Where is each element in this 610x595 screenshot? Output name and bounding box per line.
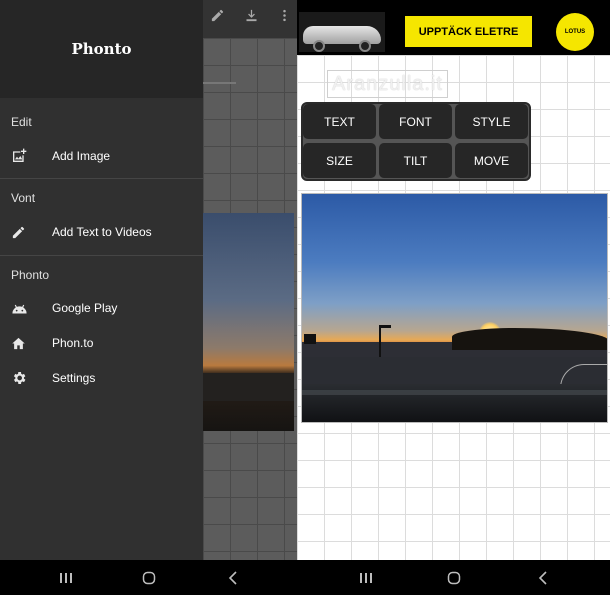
canvas-divider (203, 82, 236, 84)
ad-cta-button[interactable]: UPPTÄCK ELETRE (405, 16, 532, 47)
drawer-header: Phonto (0, 0, 203, 98)
system-nav-bar (297, 560, 610, 595)
more-vert-icon[interactable] (277, 8, 292, 29)
lotus-logo: LOTUS (556, 13, 594, 51)
drawer-item-label: Phon.to (52, 336, 94, 350)
tool-size-button[interactable]: SIZE (303, 143, 376, 178)
drawer-item-label: Google Play (52, 301, 118, 315)
tool-tilt-button[interactable]: TILT (379, 143, 452, 178)
home-icon[interactable] (443, 560, 465, 595)
android-icon (0, 302, 52, 315)
section-label-vont: Vont (11, 191, 36, 205)
sunset-photo[interactable] (301, 193, 608, 423)
ad-banner[interactable]: UPPTÄCK ELETRE LOTUS (297, 9, 610, 55)
tool-font-button[interactable]: FONT (379, 104, 452, 139)
text-tools-menu: TEXT FONT STYLE SIZE TILT MOVE (301, 102, 531, 181)
recent-apps-icon[interactable] (355, 560, 377, 595)
pencil-icon[interactable] (210, 8, 225, 29)
tool-move-button[interactable]: MOVE (455, 143, 528, 178)
drawer-item-google-play[interactable]: Google Play (0, 291, 203, 325)
left-screen: Phonto Edit Add Image Vont Add Text to V… (0, 0, 297, 595)
text-object[interactable]: Aranzulla.it (327, 70, 448, 98)
divider (0, 178, 203, 179)
download-icon[interactable] (244, 8, 259, 29)
recent-apps-icon[interactable] (55, 560, 77, 595)
canvas-photo-dimmed (203, 213, 294, 431)
home-icon[interactable] (138, 560, 160, 595)
drawer-item-label: Add Text to Videos (52, 225, 152, 239)
tool-text-button[interactable]: TEXT (303, 104, 376, 139)
back-icon[interactable] (532, 560, 554, 595)
drawer-item-label: Add Image (52, 149, 111, 163)
section-label-edit: Edit (11, 115, 32, 129)
logo-text: LOTUS (564, 29, 586, 35)
drawer-item-phon-to[interactable]: Phon.to (0, 326, 203, 360)
editor-toolbar (203, 0, 297, 38)
drawer-item-add-text-to-videos[interactable]: Add Text to Videos (0, 215, 203, 249)
system-nav-bar (0, 560, 297, 595)
car-image (299, 12, 385, 52)
app-title: Phonto (71, 40, 132, 58)
status-bar (297, 0, 610, 9)
divider (0, 255, 203, 256)
navigation-drawer: Phonto Edit Add Image Vont Add Text to V… (0, 0, 203, 560)
tool-style-button[interactable]: STYLE (455, 104, 528, 139)
right-screen: UPPTÄCK ELETRE LOTUS Aranzulla.it TEXT F… (297, 0, 610, 595)
home-icon (0, 336, 52, 351)
drawer-item-label: Settings (52, 371, 96, 385)
drawer-item-add-image[interactable]: Add Image (0, 139, 203, 173)
drawer-item-settings[interactable]: Settings (0, 361, 203, 395)
back-icon[interactable] (222, 560, 244, 595)
add-photo-icon (0, 148, 52, 164)
gear-icon (0, 370, 52, 386)
section-label-phonto: Phonto (11, 268, 50, 282)
pencil-icon (0, 225, 52, 240)
